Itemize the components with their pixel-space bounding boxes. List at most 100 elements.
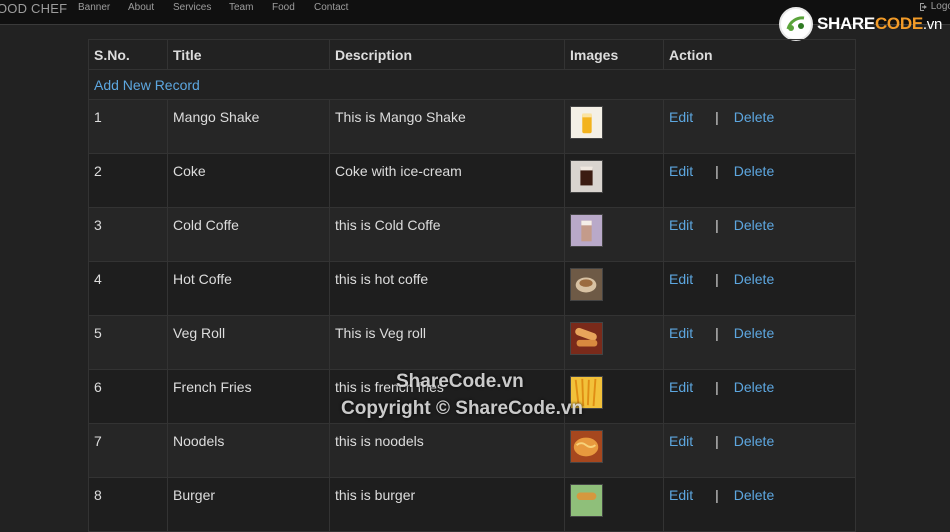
cell-action: Edit | Delete — [663, 153, 856, 208]
header-sno: S.No. — [88, 39, 168, 70]
cell-action: Edit | Delete — [663, 261, 856, 316]
action-separator: | — [715, 325, 719, 341]
cell-sno: 4 — [88, 261, 168, 316]
edit-link[interactable]: Edit — [669, 217, 693, 233]
cell-image — [564, 315, 664, 370]
cell-description: this is noodels — [329, 423, 565, 478]
coke-image — [570, 160, 603, 193]
cell-title: Cold Coffe — [167, 207, 330, 262]
nav-link-contact[interactable]: Contact — [314, 2, 364, 13]
table-row: 8 Burger this is burger Edit | Delete — [88, 477, 856, 532]
cell-sno: 2 — [88, 153, 168, 208]
noodles-image — [570, 430, 603, 463]
cell-image — [564, 99, 664, 154]
cell-action: Edit | Delete — [663, 315, 856, 370]
cell-sno: 1 — [88, 99, 168, 154]
cell-image — [564, 207, 664, 262]
french-fries-image — [570, 376, 603, 409]
cell-action: Edit | Delete — [663, 99, 856, 154]
delete-link[interactable]: Delete — [734, 217, 774, 233]
cell-image — [564, 423, 664, 478]
hot-coffee-image — [570, 268, 603, 301]
cell-title: Coke — [167, 153, 330, 208]
add-new-record-link[interactable]: Add New Record — [94, 77, 200, 93]
brand-logo[interactable]: OOD CHEF — [0, 1, 67, 16]
header-images: Images — [564, 39, 664, 70]
nav-link-banner[interactable]: Banner — [78, 2, 128, 13]
edit-link[interactable]: Edit — [669, 163, 693, 179]
delete-link[interactable]: Delete — [734, 433, 774, 449]
nav-link-team[interactable]: Team — [229, 2, 272, 13]
cell-image — [564, 477, 664, 532]
sharecode-logo-icon — [778, 7, 813, 41]
table-row: 6 French Fries this is french fries Edit | De… — [88, 369, 856, 424]
records-table: S.No. Title Description Images Action Ad… — [88, 39, 856, 532]
cell-sno: 7 — [88, 423, 168, 478]
action-separator: | — [715, 379, 719, 395]
add-record-row: Add New Record — [88, 69, 856, 100]
action-separator: | — [715, 163, 719, 179]
table-row: 3 Cold Coffe this is Cold Coffe Edit | Delete — [88, 207, 856, 262]
action-separator: | — [715, 487, 719, 503]
table-row: 2 Coke Coke with ice-cream Edit | Delete — [88, 153, 856, 208]
action-separator: | — [715, 433, 719, 449]
delete-link[interactable]: Delete — [734, 487, 774, 503]
cell-image — [564, 153, 664, 208]
action-separator: | — [715, 271, 719, 287]
cell-description: this is hot coffe — [329, 261, 565, 316]
cell-title: Mango Shake — [167, 99, 330, 154]
edit-link[interactable]: Edit — [669, 487, 693, 503]
action-separator: | — [715, 217, 719, 233]
nav-link-about[interactable]: About — [128, 2, 173, 13]
cell-sno: 3 — [88, 207, 168, 262]
table-row: 5 Veg Roll This is Veg roll Edit | Delete — [88, 315, 856, 370]
cell-image — [564, 261, 664, 316]
table-row: 7 Noodels this is noodels Edit | Delete — [88, 423, 856, 478]
edit-link[interactable]: Edit — [669, 109, 693, 125]
edit-link[interactable]: Edit — [669, 271, 693, 287]
delete-link[interactable]: Delete — [734, 379, 774, 395]
nav-link-food[interactable]: Food — [272, 2, 314, 13]
cell-sno: 6 — [88, 369, 168, 424]
cell-title: Burger — [167, 477, 330, 532]
delete-link[interactable]: Delete — [734, 109, 774, 125]
delete-link[interactable]: Delete — [734, 271, 774, 287]
table-header-row: S.No. Title Description Images Action — [88, 39, 856, 70]
cell-sno: 5 — [88, 315, 168, 370]
cell-description: this is Cold Coffe — [329, 207, 565, 262]
cell-description: this is burger — [329, 477, 565, 532]
records-table-container: S.No. Title Description Images Action Ad… — [88, 39, 856, 532]
cell-description: Coke with ice-cream — [329, 153, 565, 208]
edit-link[interactable]: Edit — [669, 379, 693, 395]
header-description: Description — [329, 39, 565, 70]
delete-link[interactable]: Delete — [734, 163, 774, 179]
cell-sno: 8 — [88, 477, 168, 532]
cell-description: this is french fries — [329, 369, 565, 424]
header-action: Action — [663, 39, 856, 70]
cell-description: This is Mango Shake — [329, 99, 565, 154]
cell-title: Veg Roll — [167, 315, 330, 370]
edit-link[interactable]: Edit — [669, 325, 693, 341]
veg-roll-image — [570, 322, 603, 355]
table-row: 1 Mango Shake This is Mango Shake Edit | Dele… — [88, 99, 856, 154]
cold-coffee-image — [570, 214, 603, 247]
edit-link[interactable]: Edit — [669, 433, 693, 449]
nav-links: Banner About Services Team Food Contact — [78, 2, 364, 13]
table-row: 4 Hot Coffe this is hot coffe Edit | Delete — [88, 261, 856, 316]
mango-shake-image — [570, 106, 603, 139]
cell-action: Edit | Delete — [663, 369, 856, 424]
sharecode-logo: SHARECODE.vn — [778, 7, 942, 41]
sharecode-logo-text: SHARECODE.vn — [816, 14, 942, 33]
cell-title: Noodels — [167, 423, 330, 478]
cell-action: Edit | Delete — [663, 477, 856, 532]
cell-title: French Fries — [167, 369, 330, 424]
burger-image — [570, 484, 603, 517]
action-separator: | — [715, 109, 719, 125]
cell-action: Edit | Delete — [663, 207, 856, 262]
cell-action: Edit | Delete — [663, 423, 856, 478]
header-title: Title — [167, 39, 330, 70]
cell-title: Hot Coffe — [167, 261, 330, 316]
nav-link-services[interactable]: Services — [173, 2, 229, 13]
delete-link[interactable]: Delete — [734, 325, 774, 341]
cell-description: This is Veg roll — [329, 315, 565, 370]
